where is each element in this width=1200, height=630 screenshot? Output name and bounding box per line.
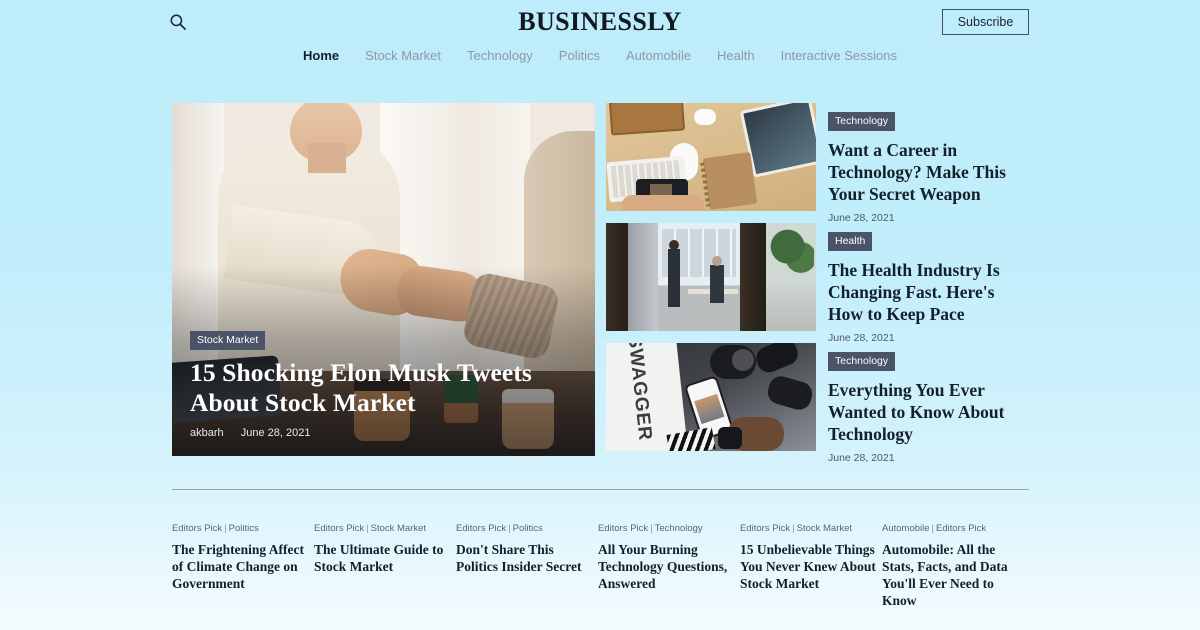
pick-card-ultimate-guide-stock-market[interactable]: Editors Pick | Stock Market The Ultimate G… xyxy=(314,523,455,609)
nav-item-stock-market[interactable]: Stock Market xyxy=(365,46,441,66)
hero-date: June 28, 2021 xyxy=(240,427,311,439)
pick-category-secondary[interactable]: Editors Pick xyxy=(936,523,986,534)
pick-title[interactable]: The Ultimate Guide to Stock Market xyxy=(314,541,455,575)
article-category-badge[interactable]: Technology xyxy=(828,352,896,371)
pick-title[interactable]: All Your Burning Technology Questions, A… xyxy=(598,541,739,592)
pick-category-secondary[interactable]: Politics xyxy=(229,523,259,534)
article-card-everything-technology[interactable]: SWAGGER Technology Everything You Ever W… xyxy=(606,343,1029,464)
pick-categories: Automobile | Editors Pick xyxy=(882,523,987,534)
nav-item-politics[interactable]: Politics xyxy=(559,46,600,66)
site-header: BUSINESSLY Subscribe xyxy=(0,0,1200,44)
section-divider xyxy=(172,489,1029,490)
article-title[interactable]: Want a Career in Technology? Make This Y… xyxy=(828,139,1029,205)
pick-card-politics-insider-secret[interactable]: Editors Pick | Politics Don't Share This P… xyxy=(456,523,597,609)
pick-category-secondary[interactable]: Stock Market xyxy=(371,523,426,534)
editors-picks-row: Editors Pick | Politics The Frightening Af… xyxy=(172,523,1029,609)
pick-card-unbelievable-things-stock-market[interactable]: Editors Pick | Stock Market 15 Unbelievabl… xyxy=(740,523,881,609)
article-title[interactable]: Everything You Ever Wanted to Know About… xyxy=(828,379,1029,445)
article-text-block: Health The Health Industry Is Changing F… xyxy=(828,231,1029,344)
pick-categories: Editors Pick | Stock Market xyxy=(740,523,853,534)
pick-title[interactable]: Don't Share This Politics Insider Secret xyxy=(456,541,597,575)
nav-item-health[interactable]: Health xyxy=(717,46,755,66)
article-date: June 28, 2021 xyxy=(828,452,895,464)
page-root: BUSINESSLY Subscribe Home Stock Market T… xyxy=(0,0,1200,630)
pick-category-primary[interactable]: Editors Pick xyxy=(598,523,648,534)
pick-category-secondary[interactable]: Politics xyxy=(513,523,543,534)
nav-item-technology[interactable]: Technology xyxy=(467,46,533,66)
main-navigation: Home Stock Market Technology Politics Au… xyxy=(0,46,1200,66)
hero-text-block: Stock Market 15 Shocking Elon Musk Tweet… xyxy=(190,330,576,439)
nav-item-home[interactable]: Home xyxy=(303,46,339,66)
hero-author[interactable]: akbarh xyxy=(190,427,224,439)
pick-category-primary[interactable]: Automobile xyxy=(882,523,930,534)
pick-title[interactable]: The Frightening Affect of Climate Change… xyxy=(172,541,313,592)
pick-category-primary[interactable]: Editors Pick xyxy=(740,523,790,534)
pick-card-burning-technology-questions[interactable]: Editors Pick | Technology All Your Burning… xyxy=(598,523,739,609)
pick-categories: Editors Pick | Politics xyxy=(172,523,259,534)
magazine-cover-text: SWAGGER xyxy=(623,343,656,443)
pick-categories: Editors Pick | Stock Market xyxy=(314,523,427,534)
secondary-articles-list: Technology Want a Career in Technology? … xyxy=(606,103,1029,464)
subscribe-button[interactable]: Subscribe xyxy=(942,9,1029,35)
nav-item-automobile[interactable]: Automobile xyxy=(626,46,691,66)
pick-category-primary[interactable]: Editors Pick xyxy=(314,523,364,534)
article-text-block: Technology Everything You Ever Wanted to… xyxy=(828,351,1029,464)
pick-card-automobile-stats-facts[interactable]: Automobile | Editors Pick Automobile: All … xyxy=(882,523,1028,609)
pick-category-primary[interactable]: Editors Pick xyxy=(172,523,222,534)
pick-category-secondary[interactable]: Stock Market xyxy=(797,523,852,534)
article-card-technology-career[interactable]: Technology Want a Career in Technology? … xyxy=(606,103,1029,224)
hero-meta: akbarh June 28, 2021 xyxy=(190,427,576,439)
nav-item-interactive-sessions[interactable]: Interactive Sessions xyxy=(781,46,897,66)
hero-article-card[interactable]: Stock Market 15 Shocking Elon Musk Tweet… xyxy=(172,103,595,456)
hero-title[interactable]: 15 Shocking Elon Musk Tweets About Stock… xyxy=(190,358,576,418)
article-title[interactable]: The Health Industry Is Changing Fast. He… xyxy=(828,259,1029,325)
pick-title[interactable]: 15 Unbelievable Things You Never Knew Ab… xyxy=(740,541,881,592)
hero-category-badge[interactable]: Stock Market xyxy=(190,331,266,350)
pick-category-primary[interactable]: Editors Pick xyxy=(456,523,506,534)
article-card-health-industry[interactable]: Health The Health Industry Is Changing F… xyxy=(606,223,1029,344)
pick-title[interactable]: Automobile: All the Stats, Facts, and Da… xyxy=(882,541,1028,609)
main-content: Stock Market 15 Shocking Elon Musk Tweet… xyxy=(172,103,1029,464)
featured-row: Stock Market 15 Shocking Elon Musk Tweet… xyxy=(172,103,1029,464)
article-thumbnail-office-doorway[interactable] xyxy=(606,223,816,331)
pick-categories: Editors Pick | Technology xyxy=(598,523,703,534)
article-category-badge[interactable]: Technology xyxy=(828,112,896,131)
pick-category-secondary[interactable]: Technology xyxy=(655,523,703,534)
article-thumbnail-desk-flatlay[interactable] xyxy=(606,103,816,211)
article-category-badge[interactable]: Health xyxy=(828,232,873,251)
article-text-block: Technology Want a Career in Technology? … xyxy=(828,111,1029,224)
article-thumbnail-swagger-magazine[interactable]: SWAGGER xyxy=(606,343,816,451)
pick-card-climate-change[interactable]: Editors Pick | Politics The Frightening Af… xyxy=(172,523,313,609)
pick-categories: Editors Pick | Politics xyxy=(456,523,543,534)
